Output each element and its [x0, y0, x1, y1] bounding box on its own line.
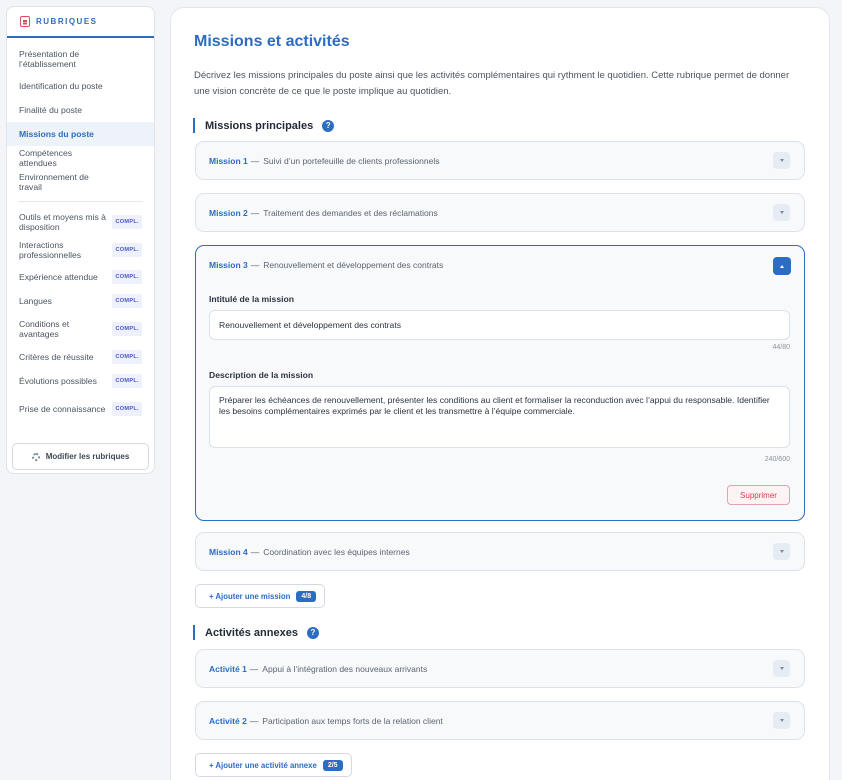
sidebar-item-experience[interactable]: Expérience attendue COMPL. [7, 265, 154, 289]
mission-accordion-3-expanded: Mission 3— Renouvellement et développemen… [195, 245, 805, 521]
sidebar-item-langues[interactable]: Langues COMPL. [7, 289, 154, 313]
document-icon [20, 16, 30, 27]
sidebar-item-missions[interactable]: Missions du poste [7, 122, 154, 146]
help-icon[interactable]: ? [322, 119, 335, 132]
compl-badge: COMPL. [112, 215, 142, 229]
sidebar-item-conditions[interactable]: Conditions et avantages COMPL. [7, 313, 154, 345]
compl-badge: COMPL. [112, 402, 142, 416]
chevron-down-icon[interactable] [773, 660, 790, 677]
mission-accordion-2[interactable]: Mission 2— Traitement des demandes et des… [195, 193, 805, 232]
sidebar: RUBRIQUES Présentation de l’établissemen… [6, 6, 155, 474]
separator-dash: — [250, 546, 260, 557]
sidebar-item-presentation[interactable]: Présentation de l’établissement [7, 44, 154, 74]
modify-rubriques-label: Modifier les rubriques [45, 452, 130, 461]
mission-name: Renouvellement et développement des cont… [263, 260, 444, 270]
sidebar-item-label: Missions du poste [19, 129, 94, 139]
separator-dash: — [249, 715, 259, 726]
mission-name: Suivi d’un portefeuille de clients profe… [263, 155, 440, 166]
activity-number: Activité 2 [209, 715, 247, 726]
sidebar-item-label: Langues [19, 296, 52, 306]
compl-badge: COMPL. [112, 270, 142, 284]
chevron-down-icon[interactable] [773, 204, 790, 221]
mission-number: Mission 3 [209, 260, 248, 270]
sidebar-item-finalite[interactable]: Finalité du poste [7, 98, 154, 122]
separator-dash: — [250, 155, 260, 166]
activity-accordion-2[interactable]: Activité 2— Participation aux temps forts… [195, 701, 805, 740]
section-title: Missions principales [205, 119, 314, 132]
separator-dash: — [250, 207, 260, 218]
sidebar-item-label: Identification du poste [19, 81, 103, 91]
sidebar-item-label: Évolutions possibles [19, 376, 97, 386]
separator-dash: — [250, 260, 260, 270]
sidebar-item-label: Interactions professionnelles [19, 240, 82, 260]
sidebar-item-label: Présentation de l’établissement [19, 49, 80, 69]
sidebar-list: Présentation de l’établissement Identifi… [7, 38, 154, 425]
mission-number: Mission 2 [209, 207, 248, 218]
sidebar-item-label: Compétences attendues [19, 148, 73, 168]
activity-name: Appui à l’intégration des nouveaux arriv… [262, 663, 428, 674]
sidebar-item-environnement[interactable]: Environnement de travail [7, 170, 154, 194]
add-mission-button[interactable]: + Ajouter une mission 4/8 [195, 584, 326, 608]
main-panel: Missions et activités Décrivez les missi… [170, 7, 830, 780]
sidebar-item-criteres[interactable]: Critères de réussite COMPL. [7, 345, 154, 369]
sidebar-item-label: Critères de réussite [19, 352, 94, 362]
mission-name: Coordination avec les équipes internes [263, 546, 410, 557]
add-activity-button[interactable]: + Ajouter une activité annexe 2/5 [195, 753, 352, 777]
mission-title-label: Intitulé de la mission [209, 294, 294, 304]
chevron-down-icon[interactable] [773, 712, 790, 729]
sidebar-item-outils[interactable]: Outils et moyens mis à disposition COMPL. [7, 209, 154, 235]
chevron-up-icon[interactable] [773, 257, 791, 275]
sidebar-item-evolutions[interactable]: Évolutions possibles COMPL. [7, 369, 154, 393]
sidebar-item-identification[interactable]: Identification du poste [7, 74, 154, 98]
activity-name: Participation aux temps forts de la rela… [262, 715, 443, 726]
mission-description-textarea[interactable]: Préparer les échéances de renouvellement… [209, 386, 790, 448]
sidebar-item-label: Environnement de travail [19, 172, 89, 192]
compl-badge: COMPL. [112, 294, 142, 308]
mission-number: Mission 1 [209, 155, 248, 166]
separator-dash: — [249, 663, 259, 674]
activity-number: Activité 1 [209, 663, 247, 674]
chevron-down-icon[interactable] [773, 152, 790, 169]
chevron-down-icon[interactable] [773, 543, 790, 560]
sidebar-item-label: Finalité du poste [19, 105, 83, 115]
add-activity-label: + Ajouter une activité annexe [209, 760, 317, 770]
delete-mission-button[interactable]: Supprimer [727, 485, 790, 505]
sidebar-item-prise-de-connaissance[interactable]: Prise de connaissance COMPL. [7, 393, 154, 425]
sidebar-item-competences[interactable]: Compétences attendues [7, 146, 154, 170]
activity-count-badge: 2/5 [322, 759, 343, 771]
intro-text: Décrivez les missions principales du pos… [194, 70, 790, 97]
section-missions-heading: Missions principales ? [193, 118, 335, 133]
sidebar-item-label: Outils et moyens mis à disposition [19, 212, 106, 232]
mission-title-counter: 44/80 [772, 344, 790, 351]
sidebar-divider [18, 201, 143, 202]
compl-badge: COMPL. [112, 243, 142, 257]
mission-header[interactable]: Mission 3— Renouvellement et développemen… [209, 260, 443, 270]
mission-number: Mission 4 [209, 546, 248, 557]
mission-count-badge: 4/8 [296, 590, 317, 602]
sidebar-header: RUBRIQUES [7, 7, 154, 38]
section-activities-heading: Activités annexes ? [193, 625, 319, 640]
sidebar-item-label: Expérience attendue [19, 272, 98, 282]
gear-icon [31, 452, 40, 461]
compl-badge: COMPL. [112, 322, 142, 336]
sidebar-item-label: Conditions et avantages [19, 319, 70, 339]
sidebar-title: RUBRIQUES [36, 17, 98, 26]
mission-title-input[interactable]: Renouvellement et développement des cont… [209, 310, 790, 340]
compl-badge: COMPL. [112, 350, 142, 364]
mission-accordion-4[interactable]: Mission 4— Coordination avec les équipes … [195, 532, 805, 571]
mission-description-label: Description de la mission [209, 370, 314, 380]
sidebar-item-label: Prise de connaissance [19, 404, 106, 414]
sidebar-item-interactions[interactable]: Interactions professionnelles COMPL. [7, 235, 154, 265]
section-title: Activités annexes [205, 626, 298, 639]
activity-accordion-1[interactable]: Activité 1— Appui à l’intégration des nou… [195, 649, 805, 688]
compl-badge: COMPL. [112, 374, 142, 388]
mission-name: Traitement des demandes et des réclamati… [263, 207, 438, 218]
add-mission-label: + Ajouter une mission [209, 591, 291, 601]
modify-rubriques-button[interactable]: Modifier les rubriques [12, 443, 149, 470]
mission-description-counter: 240/600 [764, 456, 790, 463]
help-icon[interactable]: ? [306, 626, 319, 639]
mission-accordion-1[interactable]: Mission 1— Suivi d’un portefeuille de cli… [195, 141, 805, 180]
page-title: Missions et activités [194, 33, 350, 50]
